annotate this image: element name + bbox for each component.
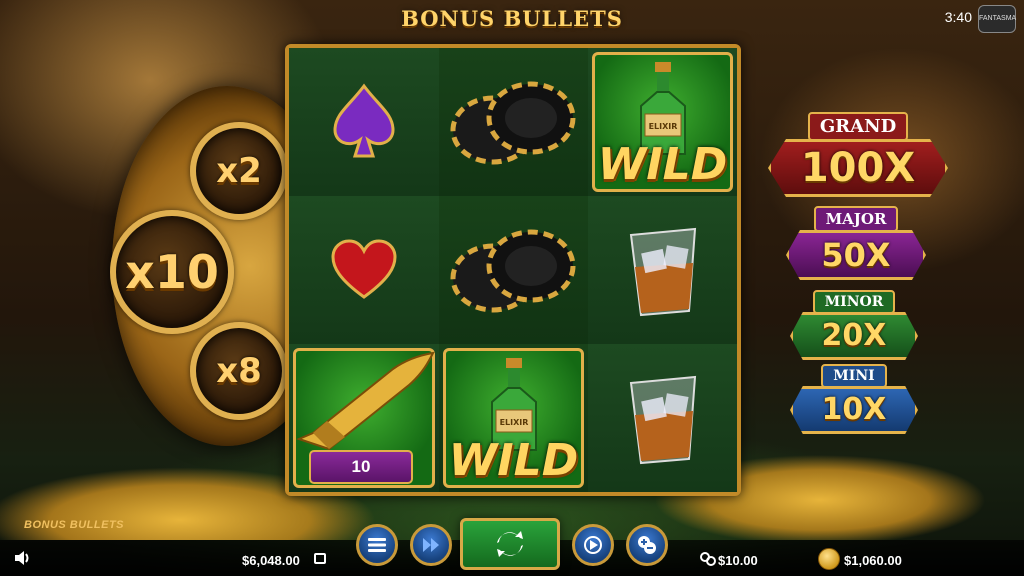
wallet-icon[interactable] [314,553,326,564]
win-value: $1,060.00 [844,553,902,568]
cylinder-multiplier: x8 [190,322,288,420]
whiskey-glass-icon [629,227,696,317]
jackpot-mini: MINI 10X [790,364,918,434]
bet-chips-icon [700,552,716,566]
game-logo-small: BONUS BULLETS [24,519,124,531]
autoplay-icon [584,536,602,554]
menu-icon [368,538,386,552]
bullet-value: 10 [309,450,413,484]
cylinder-multiplier: x10 [110,210,234,334]
menu-button[interactable] [356,524,398,566]
balance-value: $6,048.00 [242,553,300,568]
jackpot-value: 50X [786,230,926,280]
jackpot-label: MAJOR [813,206,899,232]
reel-cell [439,48,588,196]
reel-cell [289,196,439,344]
red-heart-icon [331,239,397,299]
bottle-label: ELIXIR [499,418,528,427]
jackpot-label: MINI [821,364,887,388]
reel-cell: 10 [289,344,439,492]
jackpot-label: MINOR [812,290,896,314]
jackpot-value: 100X [768,139,948,197]
black-chips-icon [450,229,575,313]
cylinder-multiplier: x2 [190,122,288,220]
studio-logo: FANTASMA [978,5,1016,33]
reel-cell: ELIXIR WILD [588,48,737,196]
spin-button[interactable] [460,518,560,570]
bet-adjust-button[interactable] [626,524,668,566]
jackpot-value: 10X [790,386,918,434]
clock: 3:40 [944,9,972,25]
purple-spade-icon [333,83,395,158]
reel-cell: ELIXIR WILD [439,344,588,492]
reel-cell [588,344,737,492]
wild-label: WILD [597,139,728,190]
wild-label: WILD [448,435,579,486]
turbo-button[interactable] [410,524,452,566]
reel-cell [588,196,737,344]
fast-forward-icon [423,538,439,552]
sound-icon[interactable] [14,550,32,566]
jackpot-minor: MINOR 20X [790,290,918,360]
whiskey-glass-icon [629,375,696,465]
reel-cell [439,196,588,344]
gold-bullet-icon [296,351,435,451]
jackpot-major: MAJOR 50X [786,206,926,280]
jackpot-label: GRAND [807,112,909,141]
plus-minus-icon [638,536,656,554]
reel-cell [289,48,439,196]
black-chips-icon [450,81,575,165]
game-title: BONUS BULLETS [401,6,623,31]
spin-icon [497,531,523,557]
jackpot-grand: GRAND 100X [768,112,948,197]
reel-grid: ELIXIR WILD 10 ELIXIR WILD [285,44,741,496]
autoplay-button[interactable] [572,524,614,566]
jackpot-value: 20X [790,312,918,360]
coin-stack-icon [818,548,840,570]
bottle-label: ELIXIR [648,122,677,131]
bet-value: $10.00 [718,553,758,568]
